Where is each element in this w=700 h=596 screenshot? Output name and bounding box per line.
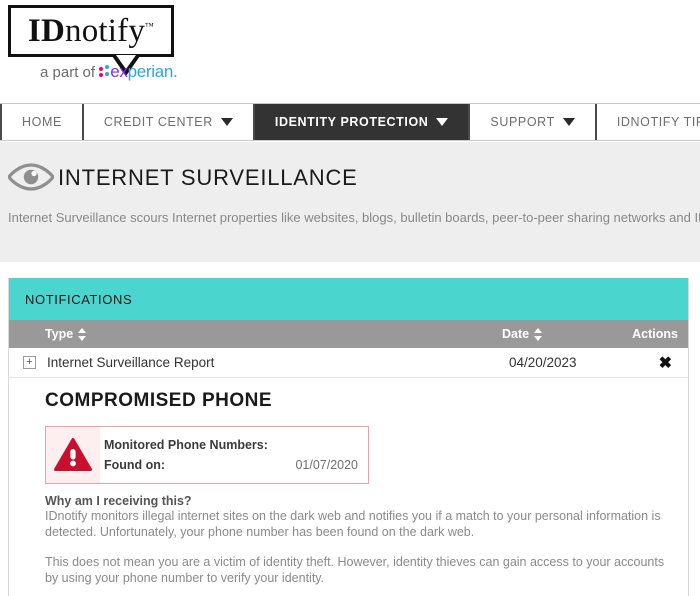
notification-detail: COMPROMISED PHONE Monitored Phone Number…: [9, 378, 688, 596]
column-header-actions: Actions: [632, 327, 678, 341]
alert-icon-cell: [46, 427, 100, 483]
logo-wordmark: IDnotify™: [28, 13, 154, 50]
delete-notification-icon[interactable]: ✖: [659, 353, 672, 373]
compromised-phone-alert: Monitored Phone Numbers: Found on: 01/07…: [45, 426, 369, 484]
experian-ex: ex: [110, 62, 128, 81]
eye-icon: [8, 163, 54, 191]
sort-toggle-icon[interactable]: [534, 327, 543, 341]
alert-field-value: 01/07/2020: [295, 458, 358, 472]
why-receiving-heading: Why am I receiving this?: [45, 494, 192, 508]
why-receiving-block: Why am I receiving this? IDnotify monito…: [45, 494, 688, 540]
page-title: INTERNET SURVEILLANCE: [58, 165, 358, 190]
page-header-band: [0, 142, 700, 262]
chevron-down-icon: [562, 118, 575, 126]
notifications-panel: NOTIFICATIONS Type Date Actions + Intern…: [8, 278, 689, 596]
brand-header: IDnotify™ a part of experian.: [0, 0, 700, 96]
nav-item-support[interactable]: SUPPORT: [470, 104, 597, 140]
nav-item-idnotify-tips[interactable]: IDNOTIFY TIPS: [597, 104, 700, 140]
why-receiving-body: IDnotify monitors illegal internet sites…: [45, 509, 661, 539]
notifications-header: NOTIFICATIONS: [9, 278, 688, 320]
experian-wordmark: experian.: [110, 62, 178, 81]
sort-toggle-icon[interactable]: [78, 327, 87, 341]
internet-surveillance-page: IDnotify™ a part of experian. HOME CREDI…: [0, 0, 700, 596]
chevron-down-icon: [436, 118, 449, 126]
experian-dots-icon: [99, 65, 110, 79]
notifications-header-label: NOTIFICATIONS: [25, 291, 133, 307]
column-header-date[interactable]: Date: [502, 327, 543, 341]
nav-label: SUPPORT: [490, 115, 555, 129]
table-header-row: Type Date Actions: [9, 320, 688, 348]
nav-label: IDNOTIFY TIPS: [616, 115, 700, 129]
logo-id: ID: [27, 12, 65, 49]
nav-item-identity-protection[interactable]: IDENTITY PROTECTION: [254, 104, 471, 140]
alert-field-label: Found on:: [104, 458, 166, 472]
cell-type: Internet Surveillance Report: [47, 355, 215, 370]
idnotify-logo[interactable]: IDnotify™: [8, 5, 174, 57]
alert-field-list: Monitored Phone Numbers: Found on: 01/07…: [100, 427, 368, 483]
column-header-type-label: Type: [45, 327, 74, 341]
alert-field: Found on: 01/07/2020: [104, 455, 358, 475]
nav-item-home[interactable]: HOME: [2, 104, 84, 140]
nav-item-credit-center[interactable]: CREDIT CENTER: [84, 104, 255, 140]
detail-paragraph-2: This does not mean you are a victim of i…: [45, 555, 665, 585]
alert-field: Monitored Phone Numbers:: [104, 435, 358, 455]
detail-section-title: COMPROMISED PHONE: [45, 390, 273, 411]
experian-rest: perian.: [127, 62, 178, 81]
page-description: Internet Surveillance scours Internet pr…: [8, 210, 700, 225]
expand-row-icon[interactable]: +: [23, 356, 36, 369]
tagline-prefix: a part of: [40, 64, 100, 81]
cell-date: 04/20/2023: [509, 355, 577, 370]
nav-label: CREDIT CENTER: [103, 115, 213, 129]
nav-label: IDENTITY PROTECTION: [274, 115, 429, 129]
experian-tagline: a part of experian.: [40, 62, 178, 82]
column-header-type[interactable]: Type: [45, 327, 87, 341]
alert-field-label: Monitored Phone Numbers:: [104, 438, 268, 452]
main-navigation: HOME CREDIT CENTER IDENTITY PROTECTION S…: [0, 103, 700, 141]
warning-triangle-icon: [54, 438, 92, 471]
logo-trademark: ™: [145, 20, 155, 31]
chevron-down-icon: [220, 118, 233, 126]
column-header-date-label: Date: [502, 327, 530, 341]
table-row[interactable]: + Internet Surveillance Report 04/20/202…: [9, 348, 688, 378]
logo-notify: notify: [65, 12, 146, 49]
nav-label: HOME: [22, 115, 62, 129]
